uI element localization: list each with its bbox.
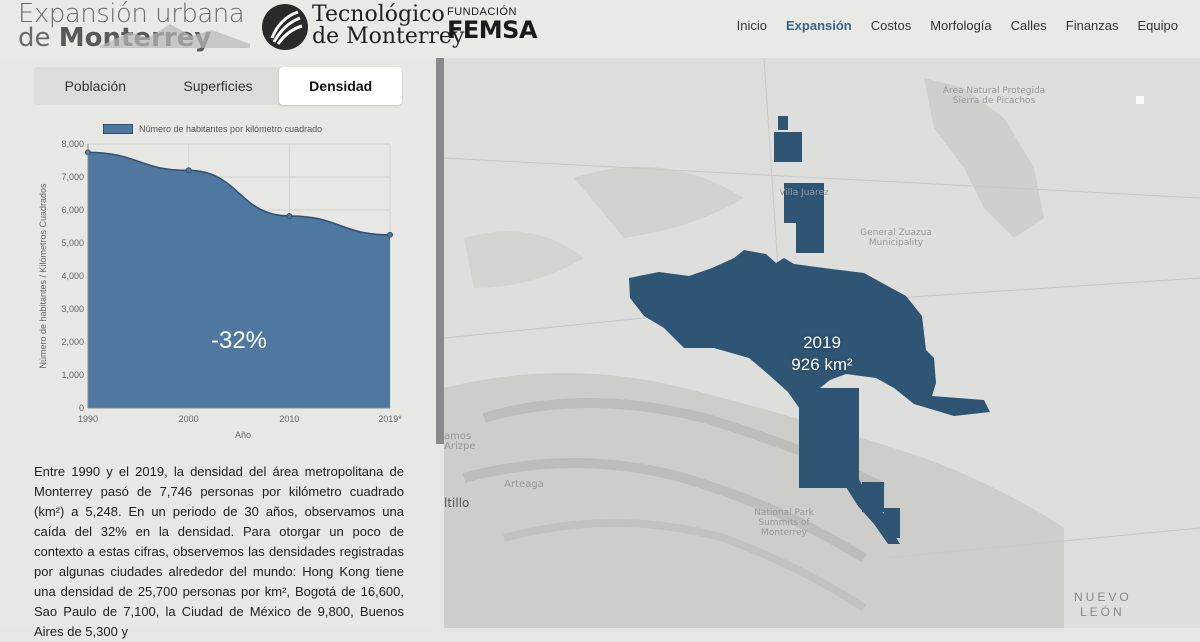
y-tick-label: 4,000 <box>61 271 84 281</box>
legend-label: Número de habitantes por kilómetro cuadr… <box>139 124 323 134</box>
y-tick-label: 1,000 <box>61 370 84 380</box>
chart-legend[interactable]: Número de habitantes por kilómetro cuadr… <box>103 124 322 134</box>
femsa-name: FEMSA <box>447 16 538 44</box>
metric-tabs: Población Superficies Densidad <box>34 67 403 105</box>
y-tick-label: 2,000 <box>61 337 84 347</box>
sidebar: Población Superficies Densidad Número de… <box>0 58 436 639</box>
mountain-logo-icon <box>100 24 250 48</box>
chart-plot: 0 1,000 2,000 3,000 4,000 5,000 6,000 7,000 8,00… <box>38 139 402 440</box>
y-tick-label: 0 <box>79 403 84 413</box>
nav-expansion[interactable]: Expansión <box>786 18 852 33</box>
y-axis-label: Número de habitantes / Kilómetros Cuadra… <box>38 183 48 369</box>
place-label: National Park Summits of Monterrey <box>754 508 814 538</box>
y-tick-label: 6,000 <box>61 205 84 215</box>
data-point <box>286 212 293 219</box>
nav-finanzas[interactable]: Finanzas <box>1066 18 1119 33</box>
x-tick-label: 2000 <box>179 414 199 424</box>
place-label: amos Arizpe <box>444 431 476 452</box>
area-fill <box>88 152 390 408</box>
density-chart: Número de habitantes por kilómetro cuadr… <box>0 118 436 458</box>
header: Expansión urbana de Monterrey Tecnológic… <box>0 0 1200 58</box>
region-label-line2: LEÓN <box>1080 605 1125 619</box>
data-point <box>387 231 393 238</box>
panel-scrollbar[interactable] <box>436 58 444 444</box>
nav-inicio[interactable]: Inicio <box>737 18 767 33</box>
tab-poblacion[interactable]: Población <box>34 67 157 105</box>
map-area: 926 km² <box>791 355 853 374</box>
nav-calles[interactable]: Calles <box>1011 18 1047 33</box>
y-tick-label: 5,000 <box>61 238 84 248</box>
place-label: ltillo <box>444 496 470 510</box>
map-year: 2019 <box>803 333 841 352</box>
y-tick-label: 3,000 <box>61 304 84 314</box>
x-tick-label: 1990 <box>78 414 98 424</box>
tab-densidad[interactable]: Densidad <box>279 67 403 105</box>
density-description: Entre 1990 y el 2019, la densidad del ár… <box>34 464 404 639</box>
map-year-label: 2019 926 km² <box>752 332 892 376</box>
tec-line1: Tecnológico <box>312 2 445 27</box>
logo-line2-prefix: de <box>18 23 51 53</box>
tab-superficies[interactable]: Superficies <box>157 67 280 105</box>
x-axis-label: Año <box>235 430 251 440</box>
place-label: General Zuazua Municipality <box>860 228 932 248</box>
nav-costos[interactable]: Costos <box>871 18 911 33</box>
femsa-logo[interactable]: FUNDACIÓN FEMSA <box>447 6 538 44</box>
region-label: NUEVO LEÓN <box>1074 590 1132 620</box>
legend-swatch <box>103 124 133 134</box>
place-label: Arteaga <box>504 479 544 490</box>
nav-morfologia[interactable]: Morfología <box>930 18 991 33</box>
scroll-up-icon <box>1136 96 1144 104</box>
x-tick-label: 2019* <box>378 414 402 424</box>
place-label: Área Natural Protegida Sierra de Picacho… <box>942 86 1046 106</box>
tec-line2: de Monterrey <box>312 24 465 49</box>
region-label-line1: NUEVO <box>1074 590 1132 604</box>
y-tick-label: 7,000 <box>61 172 84 182</box>
place-label: Villa Juárez <box>779 188 829 198</box>
nav-equipo[interactable]: Equipo <box>1138 18 1178 33</box>
y-tick-label: 8,000 <box>61 139 84 149</box>
tec-name[interactable]: Tecnológico de Monterrey <box>312 4 464 48</box>
main-nav: Inicio Expansión Costos Morfología Calle… <box>718 18 1178 33</box>
data-point <box>185 167 192 174</box>
tec-emblem-icon <box>262 4 308 50</box>
map-view[interactable]: Área Natural Protegida Sierra de Picacho… <box>444 58 1200 628</box>
chart-annotation: -32% <box>211 327 267 354</box>
x-tick-label: 2010 <box>279 414 299 424</box>
